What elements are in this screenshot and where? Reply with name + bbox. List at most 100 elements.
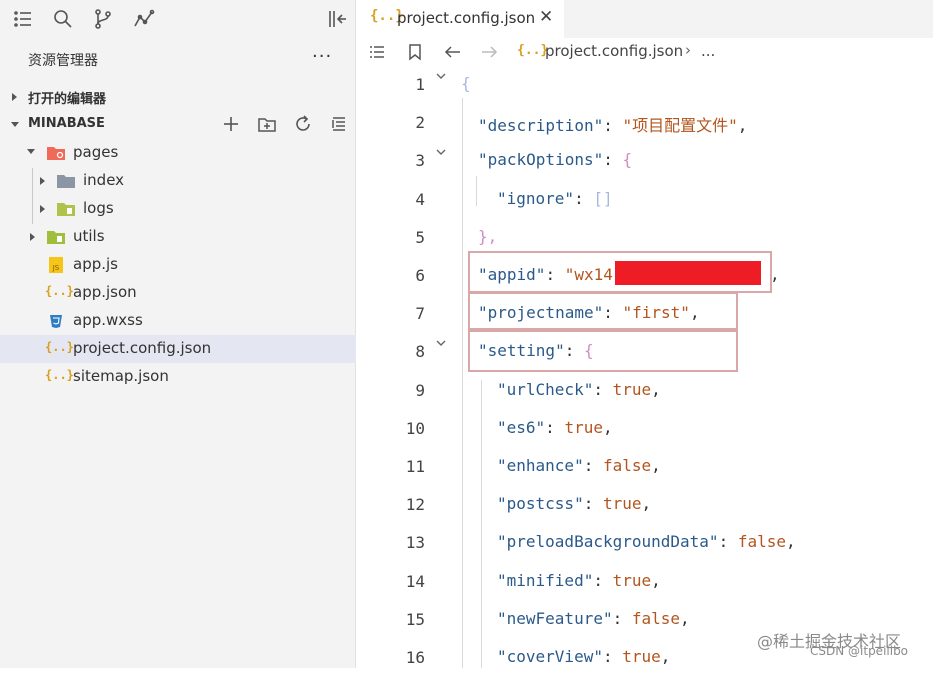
graph-icon[interactable] bbox=[133, 8, 155, 30]
code-punctuation: : bbox=[583, 494, 603, 514]
collapse-panel-icon[interactable] bbox=[326, 8, 348, 30]
line-number: 1 bbox=[415, 75, 425, 94]
code-punctuation: , bbox=[737, 116, 748, 136]
css-file-icon bbox=[47, 313, 65, 329]
code-line[interactable]: 10 "es6": true, bbox=[357, 410, 933, 448]
folder-green-icon bbox=[57, 201, 75, 217]
breadcrumb-ellipsis[interactable]: ... bbox=[701, 42, 715, 60]
code-line[interactable]: 3 "packOptions": { bbox=[357, 142, 933, 180]
close-icon[interactable]: ✕ bbox=[539, 7, 553, 27]
code-punctuation: : bbox=[574, 188, 594, 208]
code-text: "description": "项目配置文件", bbox=[478, 112, 747, 136]
tree-item-project-config[interactable]: {..} project.config.json bbox=[0, 335, 356, 363]
json-file-icon: {..} bbox=[45, 368, 74, 382]
explorer-title: 资源管理器 bbox=[28, 53, 98, 69]
code-key: "description" bbox=[478, 116, 604, 136]
list-icon[interactable] bbox=[12, 8, 34, 30]
chevron-right-icon bbox=[40, 177, 45, 185]
tree-item-sitemap-json[interactable]: {..} sitemap.json bbox=[0, 363, 356, 391]
code-value: true bbox=[612, 379, 652, 399]
redacted-appid bbox=[615, 261, 761, 285]
tree-item-label: utils bbox=[73, 227, 105, 245]
line-number: 16 bbox=[405, 648, 425, 667]
code-value: false bbox=[737, 532, 786, 552]
editor-tab-bar: {..} project.config.json ✕ bbox=[357, 0, 933, 38]
code-line[interactable]: 1{ bbox=[357, 66, 933, 104]
code-key: "enhance" bbox=[497, 456, 584, 475]
code-key: "postcss" bbox=[497, 494, 584, 514]
back-arrow-icon[interactable] bbox=[443, 42, 463, 62]
explorer-sidebar: 资源管理器 ··· 打开的编辑器 MINABASE pages index lo… bbox=[0, 0, 356, 668]
tree-item-app-js[interactable]: JS app.js bbox=[0, 251, 356, 279]
tree-item-pages[interactable]: pages bbox=[0, 139, 356, 167]
line-number: 12 bbox=[405, 495, 425, 515]
code-editor[interactable]: 1{2 "description": "项目配置文件", 3 "packOptions… bbox=[357, 66, 933, 668]
folder-gray-icon bbox=[57, 173, 75, 189]
more-actions-button[interactable]: ··· bbox=[312, 46, 332, 67]
watermark-csdn: CSDN @itpeilibo bbox=[810, 644, 909, 658]
code-line[interactable]: 9 "urlCheck": true, bbox=[357, 372, 933, 410]
tree-item-app-wxss[interactable]: app.wxss bbox=[0, 307, 356, 335]
outline-list-icon[interactable] bbox=[367, 42, 387, 62]
tree-item-label: sitemap.json bbox=[73, 367, 169, 385]
code-punctuation: : bbox=[603, 116, 623, 136]
bookmark-icon[interactable] bbox=[405, 42, 425, 62]
code-line[interactable]: 14 "minified": true, bbox=[357, 563, 933, 601]
json-file-icon: {..} bbox=[45, 340, 74, 354]
line-number: 7 bbox=[415, 304, 425, 324]
line-number: 6 bbox=[415, 266, 425, 285]
line-number: 3 bbox=[415, 151, 425, 171]
code-text: }, bbox=[478, 227, 497, 246]
code-punctuation: : bbox=[612, 608, 632, 628]
folder-green-icon bbox=[47, 229, 65, 245]
line-number: 10 bbox=[405, 418, 425, 438]
line-number: 9 bbox=[415, 380, 425, 400]
code-text: "ignore": [] bbox=[497, 189, 613, 208]
highlight-setting bbox=[468, 330, 738, 372]
chevron-down-icon bbox=[27, 149, 35, 154]
tab-project-config[interactable]: {..} project.config.json ✕ bbox=[357, 0, 564, 38]
tree-item-app-json[interactable]: {..} app.json bbox=[0, 279, 356, 307]
collapse-all-icon[interactable] bbox=[329, 114, 351, 136]
line-number: 8 bbox=[415, 342, 425, 362]
fold-chevron-icon[interactable] bbox=[435, 337, 447, 349]
code-line[interactable]: 11 "enhance": false, bbox=[357, 448, 933, 486]
code-punctuation: , bbox=[651, 456, 661, 475]
code-line[interactable]: 2 "description": "项目配置文件", bbox=[357, 104, 933, 142]
forward-arrow-icon[interactable] bbox=[479, 42, 499, 62]
code-punctuation: : bbox=[602, 647, 623, 666]
tree-item-logs[interactable]: logs bbox=[0, 195, 356, 223]
code-key: "es6" bbox=[497, 417, 546, 437]
code-key: "newFeature" bbox=[497, 608, 613, 628]
fold-chevron-icon[interactable] bbox=[435, 146, 447, 158]
search-icon[interactable] bbox=[52, 8, 74, 30]
code-line[interactable]: 13 "preloadBackgroundData": false, bbox=[357, 524, 933, 562]
activity-bar bbox=[0, 0, 356, 38]
code-punctuation: , bbox=[660, 647, 671, 666]
refresh-icon[interactable] bbox=[293, 114, 315, 136]
code-line[interactable]: 4 "ignore": [] bbox=[357, 181, 933, 219]
branch-icon[interactable] bbox=[92, 8, 114, 30]
line-number: 14 bbox=[405, 571, 425, 591]
code-line[interactable]: 12 "postcss": true, bbox=[357, 486, 933, 524]
breadcrumb-file[interactable]: project.config.json bbox=[545, 42, 683, 60]
chevron-right-icon bbox=[30, 233, 35, 241]
breadcrumb: {..} project.config.json › ... bbox=[357, 38, 933, 66]
tree-item-label: pages bbox=[73, 143, 119, 161]
json-file-icon: {..} bbox=[517, 43, 549, 58]
new-file-icon[interactable] bbox=[221, 114, 243, 136]
open-editors-section[interactable]: 打开的编辑器 bbox=[0, 84, 356, 110]
chevron-down-icon bbox=[11, 122, 19, 127]
code-text: "es6": true, bbox=[497, 418, 613, 437]
code-value: [] bbox=[593, 188, 613, 208]
code-value: true bbox=[622, 647, 661, 666]
new-folder-icon[interactable] bbox=[257, 114, 279, 136]
tree-item-index[interactable]: index bbox=[0, 167, 356, 195]
open-editors-label: 打开的编辑器 bbox=[28, 92, 107, 107]
project-section[interactable]: MINABASE bbox=[0, 112, 356, 138]
code-punctuation: }, bbox=[478, 226, 498, 246]
code-punctuation: : bbox=[583, 456, 603, 475]
breadcrumb-separator: › bbox=[685, 41, 691, 59]
fold-chevron-icon[interactable] bbox=[435, 70, 447, 82]
tree-item-utils[interactable]: utils bbox=[0, 223, 356, 251]
